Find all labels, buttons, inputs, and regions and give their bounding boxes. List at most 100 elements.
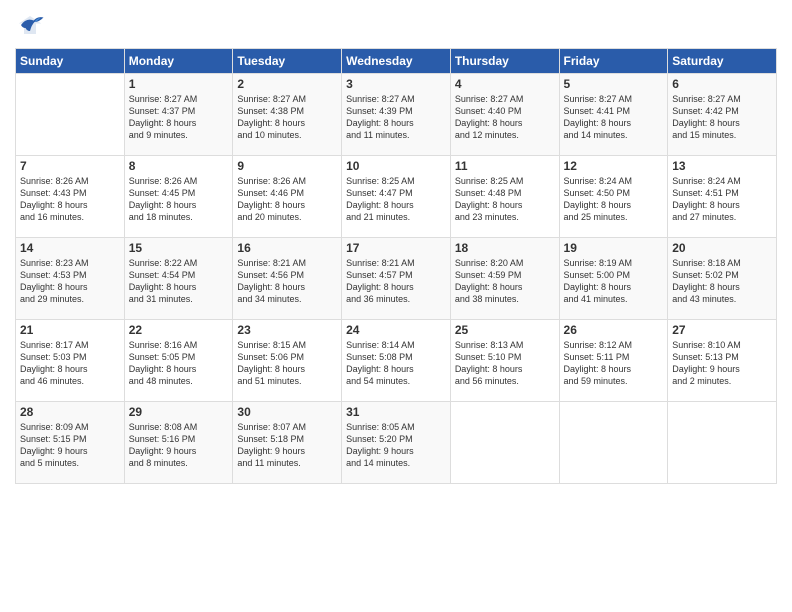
- day-info: Sunrise: 8:26 AM Sunset: 4:43 PM Dayligh…: [20, 175, 120, 224]
- day-number: 7: [20, 159, 120, 173]
- day-info: Sunrise: 8:27 AM Sunset: 4:42 PM Dayligh…: [672, 93, 772, 142]
- day-info: Sunrise: 8:05 AM Sunset: 5:20 PM Dayligh…: [346, 421, 446, 470]
- day-info: Sunrise: 8:27 AM Sunset: 4:40 PM Dayligh…: [455, 93, 555, 142]
- day-info: Sunrise: 8:16 AM Sunset: 5:05 PM Dayligh…: [129, 339, 229, 388]
- day-cell: 26 Sunrise: 8:12 AM Sunset: 5:11 PM Dayli…: [559, 320, 668, 402]
- weekday-header-row: SundayMondayTuesdayWednesdayThursdayFrid…: [16, 49, 777, 74]
- day-number: 21: [20, 323, 120, 337]
- day-info: Sunrise: 8:24 AM Sunset: 4:51 PM Dayligh…: [672, 175, 772, 224]
- day-cell: 3 Sunrise: 8:27 AM Sunset: 4:39 PM Daylig…: [342, 74, 451, 156]
- day-info: Sunrise: 8:27 AM Sunset: 4:38 PM Dayligh…: [237, 93, 337, 142]
- day-number: 4: [455, 77, 555, 91]
- week-row-5: 28 Sunrise: 8:09 AM Sunset: 5:15 PM Dayli…: [16, 402, 777, 484]
- day-info: Sunrise: 8:27 AM Sunset: 4:41 PM Dayligh…: [564, 93, 664, 142]
- day-number: 17: [346, 241, 446, 255]
- day-cell: 18 Sunrise: 8:20 AM Sunset: 4:59 PM Dayli…: [450, 238, 559, 320]
- day-info: Sunrise: 8:10 AM Sunset: 5:13 PM Dayligh…: [672, 339, 772, 388]
- day-cell: [559, 402, 668, 484]
- day-info: Sunrise: 8:09 AM Sunset: 5:15 PM Dayligh…: [20, 421, 120, 470]
- day-info: Sunrise: 8:12 AM Sunset: 5:11 PM Dayligh…: [564, 339, 664, 388]
- day-info: Sunrise: 8:15 AM Sunset: 5:06 PM Dayligh…: [237, 339, 337, 388]
- day-number: 29: [129, 405, 229, 419]
- day-number: 31: [346, 405, 446, 419]
- day-cell: 25 Sunrise: 8:13 AM Sunset: 5:10 PM Dayli…: [450, 320, 559, 402]
- day-number: 24: [346, 323, 446, 337]
- day-cell: 24 Sunrise: 8:14 AM Sunset: 5:08 PM Dayli…: [342, 320, 451, 402]
- day-cell: 1 Sunrise: 8:27 AM Sunset: 4:37 PM Daylig…: [124, 74, 233, 156]
- day-cell: 21 Sunrise: 8:17 AM Sunset: 5:03 PM Dayli…: [16, 320, 125, 402]
- day-cell: 2 Sunrise: 8:27 AM Sunset: 4:38 PM Daylig…: [233, 74, 342, 156]
- day-info: Sunrise: 8:14 AM Sunset: 5:08 PM Dayligh…: [346, 339, 446, 388]
- page-header: [15, 10, 777, 40]
- day-number: 9: [237, 159, 337, 173]
- week-row-2: 7 Sunrise: 8:26 AM Sunset: 4:43 PM Daylig…: [16, 156, 777, 238]
- day-number: 19: [564, 241, 664, 255]
- day-number: 23: [237, 323, 337, 337]
- day-cell: 17 Sunrise: 8:21 AM Sunset: 4:57 PM Dayli…: [342, 238, 451, 320]
- day-info: Sunrise: 8:18 AM Sunset: 5:02 PM Dayligh…: [672, 257, 772, 306]
- day-info: Sunrise: 8:17 AM Sunset: 5:03 PM Dayligh…: [20, 339, 120, 388]
- day-cell: 11Sunrise: 8:25 AM Sunset: 4:48 PM Dayli…: [450, 156, 559, 238]
- day-number: 22: [129, 323, 229, 337]
- day-cell: [16, 74, 125, 156]
- day-cell: 15 Sunrise: 8:22 AM Sunset: 4:54 PM Dayli…: [124, 238, 233, 320]
- day-number: 16: [237, 241, 337, 255]
- day-info: Sunrise: 8:08 AM Sunset: 5:16 PM Dayligh…: [129, 421, 229, 470]
- day-cell: 22 Sunrise: 8:16 AM Sunset: 5:05 PM Dayli…: [124, 320, 233, 402]
- day-info: Sunrise: 8:27 AM Sunset: 4:37 PM Dayligh…: [129, 93, 229, 142]
- day-info: Sunrise: 8:27 AM Sunset: 4:39 PM Dayligh…: [346, 93, 446, 142]
- day-info: Sunrise: 8:22 AM Sunset: 4:54 PM Dayligh…: [129, 257, 229, 306]
- day-cell: 16 Sunrise: 8:21 AM Sunset: 4:56 PM Dayli…: [233, 238, 342, 320]
- day-cell: [450, 402, 559, 484]
- page-container: SundayMondayTuesdayWednesdayThursdayFrid…: [0, 0, 792, 489]
- day-info: Sunrise: 8:07 AM Sunset: 5:18 PM Dayligh…: [237, 421, 337, 470]
- day-info: Sunrise: 8:26 AM Sunset: 4:46 PM Dayligh…: [237, 175, 337, 224]
- weekday-header-sunday: Sunday: [16, 49, 125, 74]
- day-cell: 13 Sunrise: 8:24 AM Sunset: 4:51 PM Dayli…: [668, 156, 777, 238]
- weekday-header-tuesday: Tuesday: [233, 49, 342, 74]
- day-cell: 30 Sunrise: 8:07 AM Sunset: 5:18 PM Dayli…: [233, 402, 342, 484]
- day-cell: 28 Sunrise: 8:09 AM Sunset: 5:15 PM Dayli…: [16, 402, 125, 484]
- day-number: 6: [672, 77, 772, 91]
- weekday-header-saturday: Saturday: [668, 49, 777, 74]
- day-cell: 29 Sunrise: 8:08 AM Sunset: 5:16 PM Dayli…: [124, 402, 233, 484]
- day-number: 15: [129, 241, 229, 255]
- weekday-header-thursday: Thursday: [450, 49, 559, 74]
- day-number: 27: [672, 323, 772, 337]
- day-cell: 19 Sunrise: 8:19 AM Sunset: 5:00 PM Dayli…: [559, 238, 668, 320]
- day-cell: 10Sunrise: 8:25 AM Sunset: 4:47 PM Dayli…: [342, 156, 451, 238]
- day-info: Sunrise: 8:23 AM Sunset: 4:53 PM Dayligh…: [20, 257, 120, 306]
- day-info: Sunrise: 8:21 AM Sunset: 4:56 PM Dayligh…: [237, 257, 337, 306]
- day-info: Sunrise: 8:20 AM Sunset: 4:59 PM Dayligh…: [455, 257, 555, 306]
- day-number: 11: [455, 159, 555, 173]
- day-cell: 8Sunrise: 8:26 AM Sunset: 4:45 PM Daylig…: [124, 156, 233, 238]
- day-number: 26: [564, 323, 664, 337]
- day-cell: 31 Sunrise: 8:05 AM Sunset: 5:20 PM Dayli…: [342, 402, 451, 484]
- day-number: 13: [672, 159, 772, 173]
- day-cell: 14 Sunrise: 8:23 AM Sunset: 4:53 PM Dayli…: [16, 238, 125, 320]
- day-info: Sunrise: 8:26 AM Sunset: 4:45 PM Dayligh…: [129, 175, 229, 224]
- weekday-header-monday: Monday: [124, 49, 233, 74]
- day-info: Sunrise: 8:13 AM Sunset: 5:10 PM Dayligh…: [455, 339, 555, 388]
- day-number: 2: [237, 77, 337, 91]
- day-number: 30: [237, 405, 337, 419]
- calendar-table: SundayMondayTuesdayWednesdayThursdayFrid…: [15, 48, 777, 484]
- day-number: 1: [129, 77, 229, 91]
- day-info: Sunrise: 8:25 AM Sunset: 4:47 PM Dayligh…: [346, 175, 446, 224]
- day-cell: 20Sunrise: 8:18 AM Sunset: 5:02 PM Dayli…: [668, 238, 777, 320]
- day-cell: 9 Sunrise: 8:26 AM Sunset: 4:46 PM Daylig…: [233, 156, 342, 238]
- day-number: 25: [455, 323, 555, 337]
- day-number: 5: [564, 77, 664, 91]
- week-row-3: 14 Sunrise: 8:23 AM Sunset: 4:53 PM Dayli…: [16, 238, 777, 320]
- day-info: Sunrise: 8:19 AM Sunset: 5:00 PM Dayligh…: [564, 257, 664, 306]
- day-number: 28: [20, 405, 120, 419]
- day-number: 18: [455, 241, 555, 255]
- day-info: Sunrise: 8:21 AM Sunset: 4:57 PM Dayligh…: [346, 257, 446, 306]
- logo-icon: [15, 10, 45, 40]
- day-number: 3: [346, 77, 446, 91]
- day-number: 14: [20, 241, 120, 255]
- week-row-1: 1 Sunrise: 8:27 AM Sunset: 4:37 PM Daylig…: [16, 74, 777, 156]
- day-cell: 7 Sunrise: 8:26 AM Sunset: 4:43 PM Daylig…: [16, 156, 125, 238]
- day-cell: 12Sunrise: 8:24 AM Sunset: 4:50 PM Dayli…: [559, 156, 668, 238]
- day-cell: 27 Sunrise: 8:10 AM Sunset: 5:13 PM Dayli…: [668, 320, 777, 402]
